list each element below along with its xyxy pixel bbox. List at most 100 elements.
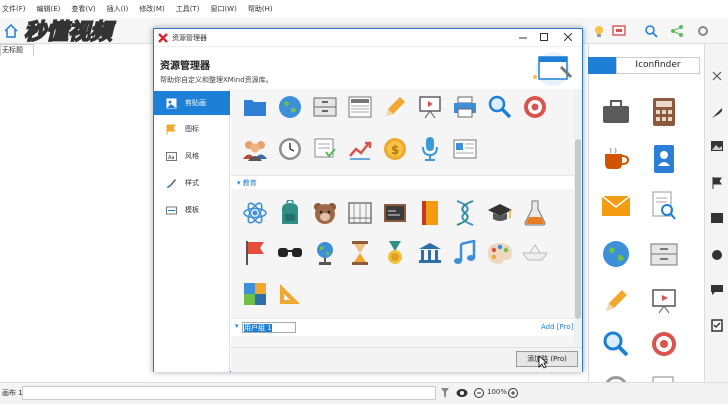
coffee-cup-icon[interactable]: [598, 141, 634, 177]
magnifier-icon[interactable]: [486, 93, 514, 121]
clock-icon[interactable]: [276, 135, 304, 163]
eye-icon[interactable]: [456, 388, 468, 398]
sidebar-item-themes[interactable]: 样式: [154, 171, 230, 195]
cabinet-drawer-icon[interactable]: [646, 236, 682, 272]
dna-icon[interactable]: [451, 199, 479, 227]
cabinet-drawer-icon[interactable]: [311, 93, 339, 121]
medal-icon[interactable]: [381, 239, 409, 267]
search-icon[interactable]: [644, 24, 658, 38]
envelope-icon[interactable]: [598, 188, 634, 224]
pencil-icon[interactable]: [381, 93, 409, 121]
sidebar-item-templates[interactable]: 模板: [154, 198, 230, 222]
dialog-title: 资源管理器: [172, 34, 207, 42]
book-icon[interactable]: [416, 199, 444, 227]
brush-icon: [167, 178, 176, 188]
section-header-education[interactable]: ▾ 教育: [231, 175, 574, 189]
id-card-icon[interactable]: [451, 135, 479, 163]
puzzle-icon[interactable]: [241, 280, 269, 308]
desk-globe-icon[interactable]: [311, 239, 339, 267]
watermark-logo: 秒懂视频: [23, 19, 117, 46]
comment-icon[interactable]: [710, 284, 724, 296]
whiteboard-icon[interactable]: [416, 93, 444, 121]
close-icon[interactable]: [564, 33, 572, 41]
sidebar-item-markers[interactable]: 图标: [154, 117, 230, 141]
presentation-icon[interactable]: [612, 24, 626, 38]
whiteboard-icon[interactable]: [646, 283, 682, 319]
group-name-input[interactable]: 用户组 1: [242, 322, 296, 333]
briefcase-icon[interactable]: [598, 94, 634, 130]
menu-file[interactable]: 文件(F): [2, 4, 26, 14]
backpack-icon[interactable]: [276, 199, 304, 227]
paper-boat-icon[interactable]: [521, 239, 549, 267]
address-book-icon[interactable]: [646, 141, 682, 177]
zoom-in-icon[interactable]: [508, 388, 518, 398]
set-square-icon[interactable]: [276, 280, 304, 308]
teddy-bear-icon[interactable]: [311, 199, 339, 227]
chalkboard-icon[interactable]: [381, 199, 409, 227]
settings-icon[interactable]: [696, 24, 710, 38]
grid-scrollbar-thumb[interactable]: [575, 139, 581, 319]
status-bar: 画布 1 100%: [0, 382, 728, 404]
hourglass-icon[interactable]: [346, 239, 374, 267]
document-search-icon[interactable]: [646, 188, 682, 224]
image-icon[interactable]: [710, 140, 724, 152]
abacus-icon[interactable]: [346, 199, 374, 227]
menu-window[interactable]: 窗口(W): [210, 4, 236, 14]
folder-icon[interactable]: [241, 93, 269, 121]
flag-icon[interactable]: [710, 176, 724, 190]
zoom-level: 100%: [487, 388, 508, 396]
flask-icon[interactable]: [521, 199, 549, 227]
clipart-icon: [166, 98, 177, 108]
task-icon[interactable]: [710, 318, 724, 332]
tools-icon[interactable]: [710, 106, 724, 120]
people-group-icon[interactable]: [241, 135, 269, 163]
menu-edit[interactable]: 编辑(E): [37, 4, 61, 14]
certificate-icon[interactable]: [311, 135, 339, 163]
flag-icon[interactable]: [241, 239, 269, 267]
menu-tools[interactable]: 工具(T): [176, 4, 200, 14]
globe-icon[interactable]: [276, 93, 304, 121]
menu-view[interactable]: 查看(V): [71, 4, 95, 14]
menu-help[interactable]: 帮助(H): [248, 4, 273, 14]
group-collapse-icon[interactable]: ▾: [235, 322, 239, 330]
sidebar-item-label: 剪贴画: [185, 99, 206, 107]
minimize-icon[interactable]: [519, 34, 527, 42]
tab-iconfinder[interactable]: Iconfinder: [616, 57, 700, 74]
printer-icon[interactable]: [451, 93, 479, 121]
lightbulb-icon[interactable]: [592, 24, 606, 38]
graduation-cap-icon[interactable]: [486, 199, 514, 227]
globe-icon[interactable]: [598, 236, 634, 272]
home-icon[interactable]: [4, 24, 18, 38]
zoom-out-icon[interactable]: [474, 388, 484, 398]
sheet-label[interactable]: 画布 1: [2, 388, 23, 398]
sidebar-item-clipart[interactable]: 剪贴画: [154, 91, 230, 115]
menu-modify[interactable]: 修改(M): [139, 4, 165, 14]
format-icon[interactable]: [710, 248, 724, 262]
document-tab[interactable]: 无标题: [0, 44, 34, 56]
filter-input[interactable]: [22, 386, 436, 400]
target-icon[interactable]: [521, 93, 549, 121]
sidebar-item-styles[interactable]: Aa 风格: [154, 144, 230, 168]
magnifier-icon[interactable]: [598, 326, 634, 362]
palette-icon[interactable]: [486, 239, 514, 267]
filter-icon[interactable]: [440, 387, 450, 399]
font-style-icon[interactable]: [710, 212, 724, 224]
dollar-coin-icon[interactable]: $: [381, 135, 409, 163]
calculator-icon[interactable]: [646, 94, 682, 130]
glasses-icon[interactable]: [276, 239, 304, 267]
pencil-icon[interactable]: [598, 283, 634, 319]
microphone-icon[interactable]: [416, 135, 444, 163]
music-note-icon[interactable]: [451, 239, 479, 267]
target-icon[interactable]: [646, 326, 682, 362]
menu-insert[interactable]: 插入(I): [107, 4, 129, 14]
mindmap-canvas[interactable]: [0, 56, 150, 382]
museum-icon[interactable]: [416, 239, 444, 267]
atom-icon[interactable]: [241, 199, 269, 227]
newspaper-icon[interactable]: [346, 93, 374, 121]
tab-clipart-panel[interactable]: [588, 57, 616, 74]
chart-growth-icon[interactable]: [346, 135, 374, 163]
share-icon[interactable]: [670, 24, 684, 38]
expand-icon[interactable]: [711, 70, 723, 82]
add-pro-link[interactable]: Add [Pro]: [541, 323, 573, 331]
maximize-icon[interactable]: [540, 33, 548, 41]
